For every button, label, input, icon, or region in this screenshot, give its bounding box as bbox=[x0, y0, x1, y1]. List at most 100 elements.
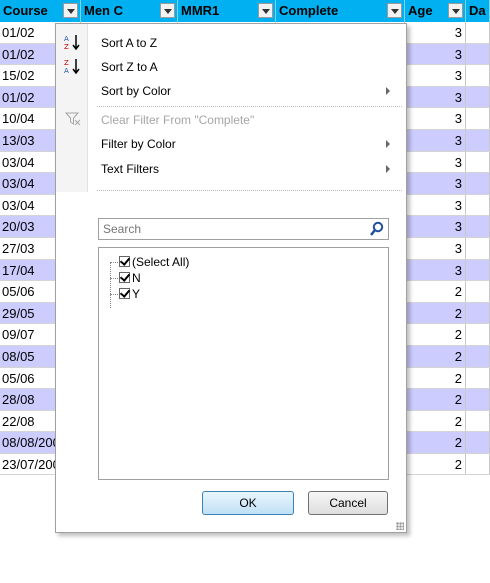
sort-by-color-item[interactable]: Sort by Color bbox=[101, 81, 171, 101]
table-cell[interactable] bbox=[466, 194, 490, 216]
table-cell[interactable] bbox=[466, 345, 490, 367]
filter-dropdown-icon[interactable] bbox=[387, 3, 402, 18]
table-cell[interactable]: 2 bbox=[405, 281, 466, 302]
filter-by-color-item[interactable]: Filter by Color bbox=[101, 134, 176, 154]
clear-filter-label: Clear Filter From "Complete" bbox=[101, 113, 255, 127]
column-header-label: Men C bbox=[84, 3, 123, 18]
table-cell[interactable] bbox=[466, 151, 490, 173]
column-header: Age bbox=[405, 0, 466, 22]
table-cell[interactable] bbox=[466, 173, 490, 194]
filter-value-select-all[interactable]: (Select All) bbox=[119, 254, 189, 270]
table-cell[interactable]: 3 bbox=[405, 65, 466, 86]
table-cell[interactable]: 3 bbox=[405, 151, 466, 173]
menu-separator bbox=[97, 106, 402, 107]
checkbox[interactable] bbox=[119, 272, 130, 283]
table-cell[interactable]: 3 bbox=[405, 129, 466, 151]
sort-a-z-icon: A Z bbox=[64, 34, 82, 53]
tree-line bbox=[110, 278, 118, 279]
table-cell[interactable] bbox=[466, 129, 490, 151]
table-cell[interactable]: 3 bbox=[405, 86, 466, 108]
table-cell[interactable]: 2 bbox=[405, 432, 466, 453]
column-header: Complete bbox=[276, 0, 405, 22]
sort-z-a-icon: Z A bbox=[64, 58, 82, 77]
sort-z-to-a-label: Sort Z to A bbox=[101, 60, 158, 74]
search-icon[interactable] bbox=[370, 221, 384, 240]
filter-dropdown-icon[interactable] bbox=[258, 3, 273, 18]
filter-dropdown-icon[interactable] bbox=[448, 3, 463, 18]
table-cell[interactable] bbox=[466, 65, 490, 86]
table-cell[interactable] bbox=[466, 43, 490, 65]
table-cell[interactable] bbox=[466, 389, 490, 410]
table-cell[interactable]: 2 bbox=[405, 324, 466, 345]
sort-a-to-z-label: Sort A to Z bbox=[101, 36, 158, 50]
table-cell[interactable]: 3 bbox=[405, 108, 466, 129]
table-cell[interactable] bbox=[466, 410, 490, 432]
table-cell[interactable]: 2 bbox=[405, 302, 466, 324]
text-filters-item[interactable]: Text Filters bbox=[101, 159, 159, 179]
table-cell[interactable]: 3 bbox=[405, 43, 466, 65]
table-cell[interactable] bbox=[466, 281, 490, 302]
table-cell[interactable] bbox=[466, 237, 490, 259]
filter-value-n[interactable]: N bbox=[119, 270, 141, 286]
filter-value-label: Y bbox=[132, 287, 141, 301]
resize-grip-icon[interactable] bbox=[396, 522, 404, 530]
sort-by-color-label: Sort by Color bbox=[101, 84, 172, 98]
checkbox[interactable] bbox=[119, 288, 130, 299]
table-cell[interactable]: 3 bbox=[405, 22, 466, 43]
column-header-label: MMR1 bbox=[181, 3, 220, 18]
tree-line bbox=[110, 294, 118, 295]
cancel-button[interactable]: Cancel bbox=[308, 491, 388, 515]
table-cell[interactable]: 2 bbox=[405, 389, 466, 410]
clear-filter-icon bbox=[64, 112, 81, 129]
table-cell[interactable] bbox=[466, 108, 490, 129]
table-cell[interactable] bbox=[466, 453, 490, 475]
table-cell[interactable] bbox=[466, 259, 490, 281]
tree-line bbox=[110, 262, 118, 263]
svg-text:Z: Z bbox=[64, 43, 69, 50]
column-header-label: Course bbox=[3, 3, 48, 18]
filter-value-label: N bbox=[132, 271, 141, 285]
table-cell[interactable] bbox=[466, 22, 490, 43]
search-input[interactable] bbox=[99, 219, 357, 239]
filter-dropdown-icon[interactable] bbox=[63, 3, 78, 18]
checkbox[interactable] bbox=[119, 256, 130, 267]
column-header-label: Age bbox=[408, 3, 433, 18]
filter-by-color-label: Filter by Color bbox=[101, 137, 176, 151]
table-cell[interactable] bbox=[466, 367, 490, 389]
table-cell[interactable]: 3 bbox=[405, 259, 466, 281]
table-cell[interactable]: 3 bbox=[405, 194, 466, 216]
menu-separator bbox=[97, 190, 402, 191]
table-cell[interactable]: 2 bbox=[405, 367, 466, 389]
table-cell[interactable] bbox=[466, 86, 490, 108]
column-header: Da bbox=[466, 0, 490, 22]
header-row: Course Men C MMR1 Complete Age Da bbox=[0, 0, 490, 22]
column-header: MMR1 bbox=[178, 0, 276, 22]
search-box bbox=[98, 218, 389, 240]
filter-dropdown-icon[interactable] bbox=[160, 3, 175, 18]
table-cell[interactable] bbox=[466, 432, 490, 453]
svg-text:Z: Z bbox=[64, 59, 69, 67]
table-cell[interactable]: 3 bbox=[405, 237, 466, 259]
table-cell[interactable] bbox=[466, 216, 490, 237]
filter-value-y[interactable]: Y bbox=[119, 286, 140, 302]
sort-z-to-a-item[interactable]: Sort Z to A bbox=[101, 57, 158, 77]
submenu-arrow-icon bbox=[386, 140, 390, 148]
table-cell[interactable]: 2 bbox=[405, 345, 466, 367]
table-cell[interactable]: 2 bbox=[405, 410, 466, 432]
submenu-arrow-icon bbox=[386, 87, 390, 95]
ok-button[interactable]: OK bbox=[202, 491, 294, 515]
filter-dropdown-menu: A Z Sort A to Z Z A Sort Z to A Sort by … bbox=[55, 23, 407, 533]
table-cell[interactable] bbox=[466, 302, 490, 324]
filter-value-label: (Select All) bbox=[132, 255, 190, 269]
tree-line bbox=[110, 262, 111, 308]
svg-text:A: A bbox=[64, 67, 69, 74]
sort-a-to-z-item[interactable]: Sort A to Z bbox=[101, 33, 157, 53]
column-header-label: Complete bbox=[279, 3, 339, 18]
clear-filter-item[interactable]: Clear Filter From "Complete" bbox=[101, 110, 254, 130]
table-cell[interactable]: 3 bbox=[405, 173, 466, 194]
table-cell[interactable] bbox=[466, 324, 490, 345]
submenu-arrow-icon bbox=[386, 165, 390, 173]
table-cell[interactable]: 3 bbox=[405, 216, 466, 237]
column-header: Course bbox=[0, 0, 81, 22]
table-cell[interactable]: 2 bbox=[405, 453, 466, 475]
